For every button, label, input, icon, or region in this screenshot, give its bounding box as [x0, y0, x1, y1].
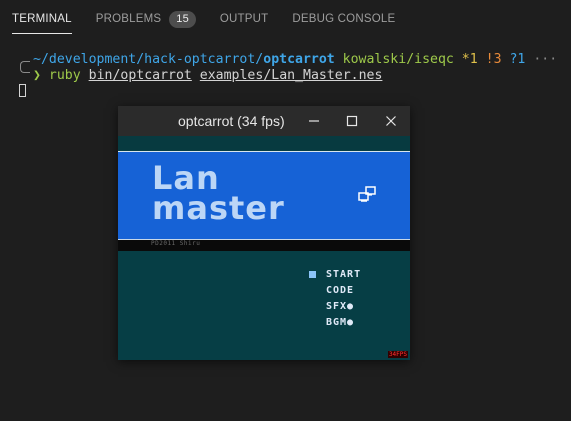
tab-problems-label: PROBLEMS — [95, 13, 162, 25]
menu-item-bgm[interactable]: BGM● — [326, 317, 354, 328]
menu-item-code[interactable]: CODE — [326, 285, 354, 296]
fps-counter: 34FPS — [387, 351, 408, 358]
command-name: ruby — [48, 68, 81, 83]
tab-output[interactable]: OUTPUT — [220, 0, 268, 38]
game-top-band — [118, 136, 410, 150]
git-status-untracked: !3 — [485, 52, 502, 67]
network-computers-icon — [358, 186, 376, 202]
maximize-icon — [346, 115, 358, 127]
tab-terminal[interactable]: TERMINAL — [12, 0, 72, 38]
menu-selector-icon — [309, 271, 316, 278]
game-credit: PD2011 Shiru — [151, 240, 201, 247]
prompt-dir: optcarrot — [263, 52, 335, 67]
terminal-cursor — [19, 84, 26, 97]
command-arg-binary[interactable]: bin/optcarrot — [89, 68, 192, 83]
maximize-button[interactable] — [343, 112, 361, 130]
tab-terminal-label: TERMINAL — [12, 13, 72, 25]
tab-debug-console[interactable]: DEBUG CONSOLE — [292, 0, 395, 38]
emulator-window[interactable]: optcarrot (34 fps) Lan master PD2011 Shi… — [118, 106, 410, 360]
close-button[interactable] — [382, 112, 400, 130]
command-arg-rom[interactable]: examples/Lan_Master.nes — [200, 68, 383, 83]
menu-item-sfx[interactable]: SFX● — [326, 301, 354, 312]
emulator-title-bar[interactable]: optcarrot (34 fps) — [118, 106, 410, 136]
git-status-unknown: ?1 — [509, 52, 526, 67]
emulator-window-title: optcarrot (34 fps) — [178, 113, 285, 129]
prompt-more: ··· — [533, 52, 558, 67]
tab-problems[interactable]: PROBLEMS 15 — [96, 0, 196, 38]
problems-count-badge: 15 — [169, 10, 196, 28]
tab-debug-console-label: DEBUG CONSOLE — [292, 13, 396, 25]
prompt-bracket — [20, 61, 30, 73]
game-screen[interactable]: Lan master PD2011 Shiru START CODE SFX● … — [118, 136, 410, 360]
menu-item-start[interactable]: START — [326, 269, 361, 280]
git-branch: kowalski/iseqc — [342, 52, 454, 67]
game-logo-line2: master — [152, 189, 285, 227]
prompt-arrow-icon: ❯ — [33, 68, 41, 83]
panel-tab-bar: TERMINAL PROBLEMS 15 OUTPUT DEBUG CONSOL… — [0, 0, 571, 38]
git-status-modified: *1 — [461, 52, 478, 67]
close-icon — [386, 116, 396, 126]
minimize-icon — [309, 120, 319, 122]
prompt-path: ~/development/hack-optcarrot/ — [33, 52, 264, 67]
tab-output-label: OUTPUT — [219, 13, 269, 25]
minimize-button[interactable] — [305, 112, 323, 130]
prompt-line: ~/development/hack-optcarrot/optcarrot k… — [33, 51, 557, 68]
command-line: ❯ ruby bin/optcarrot examples/Lan_Master… — [33, 67, 382, 84]
